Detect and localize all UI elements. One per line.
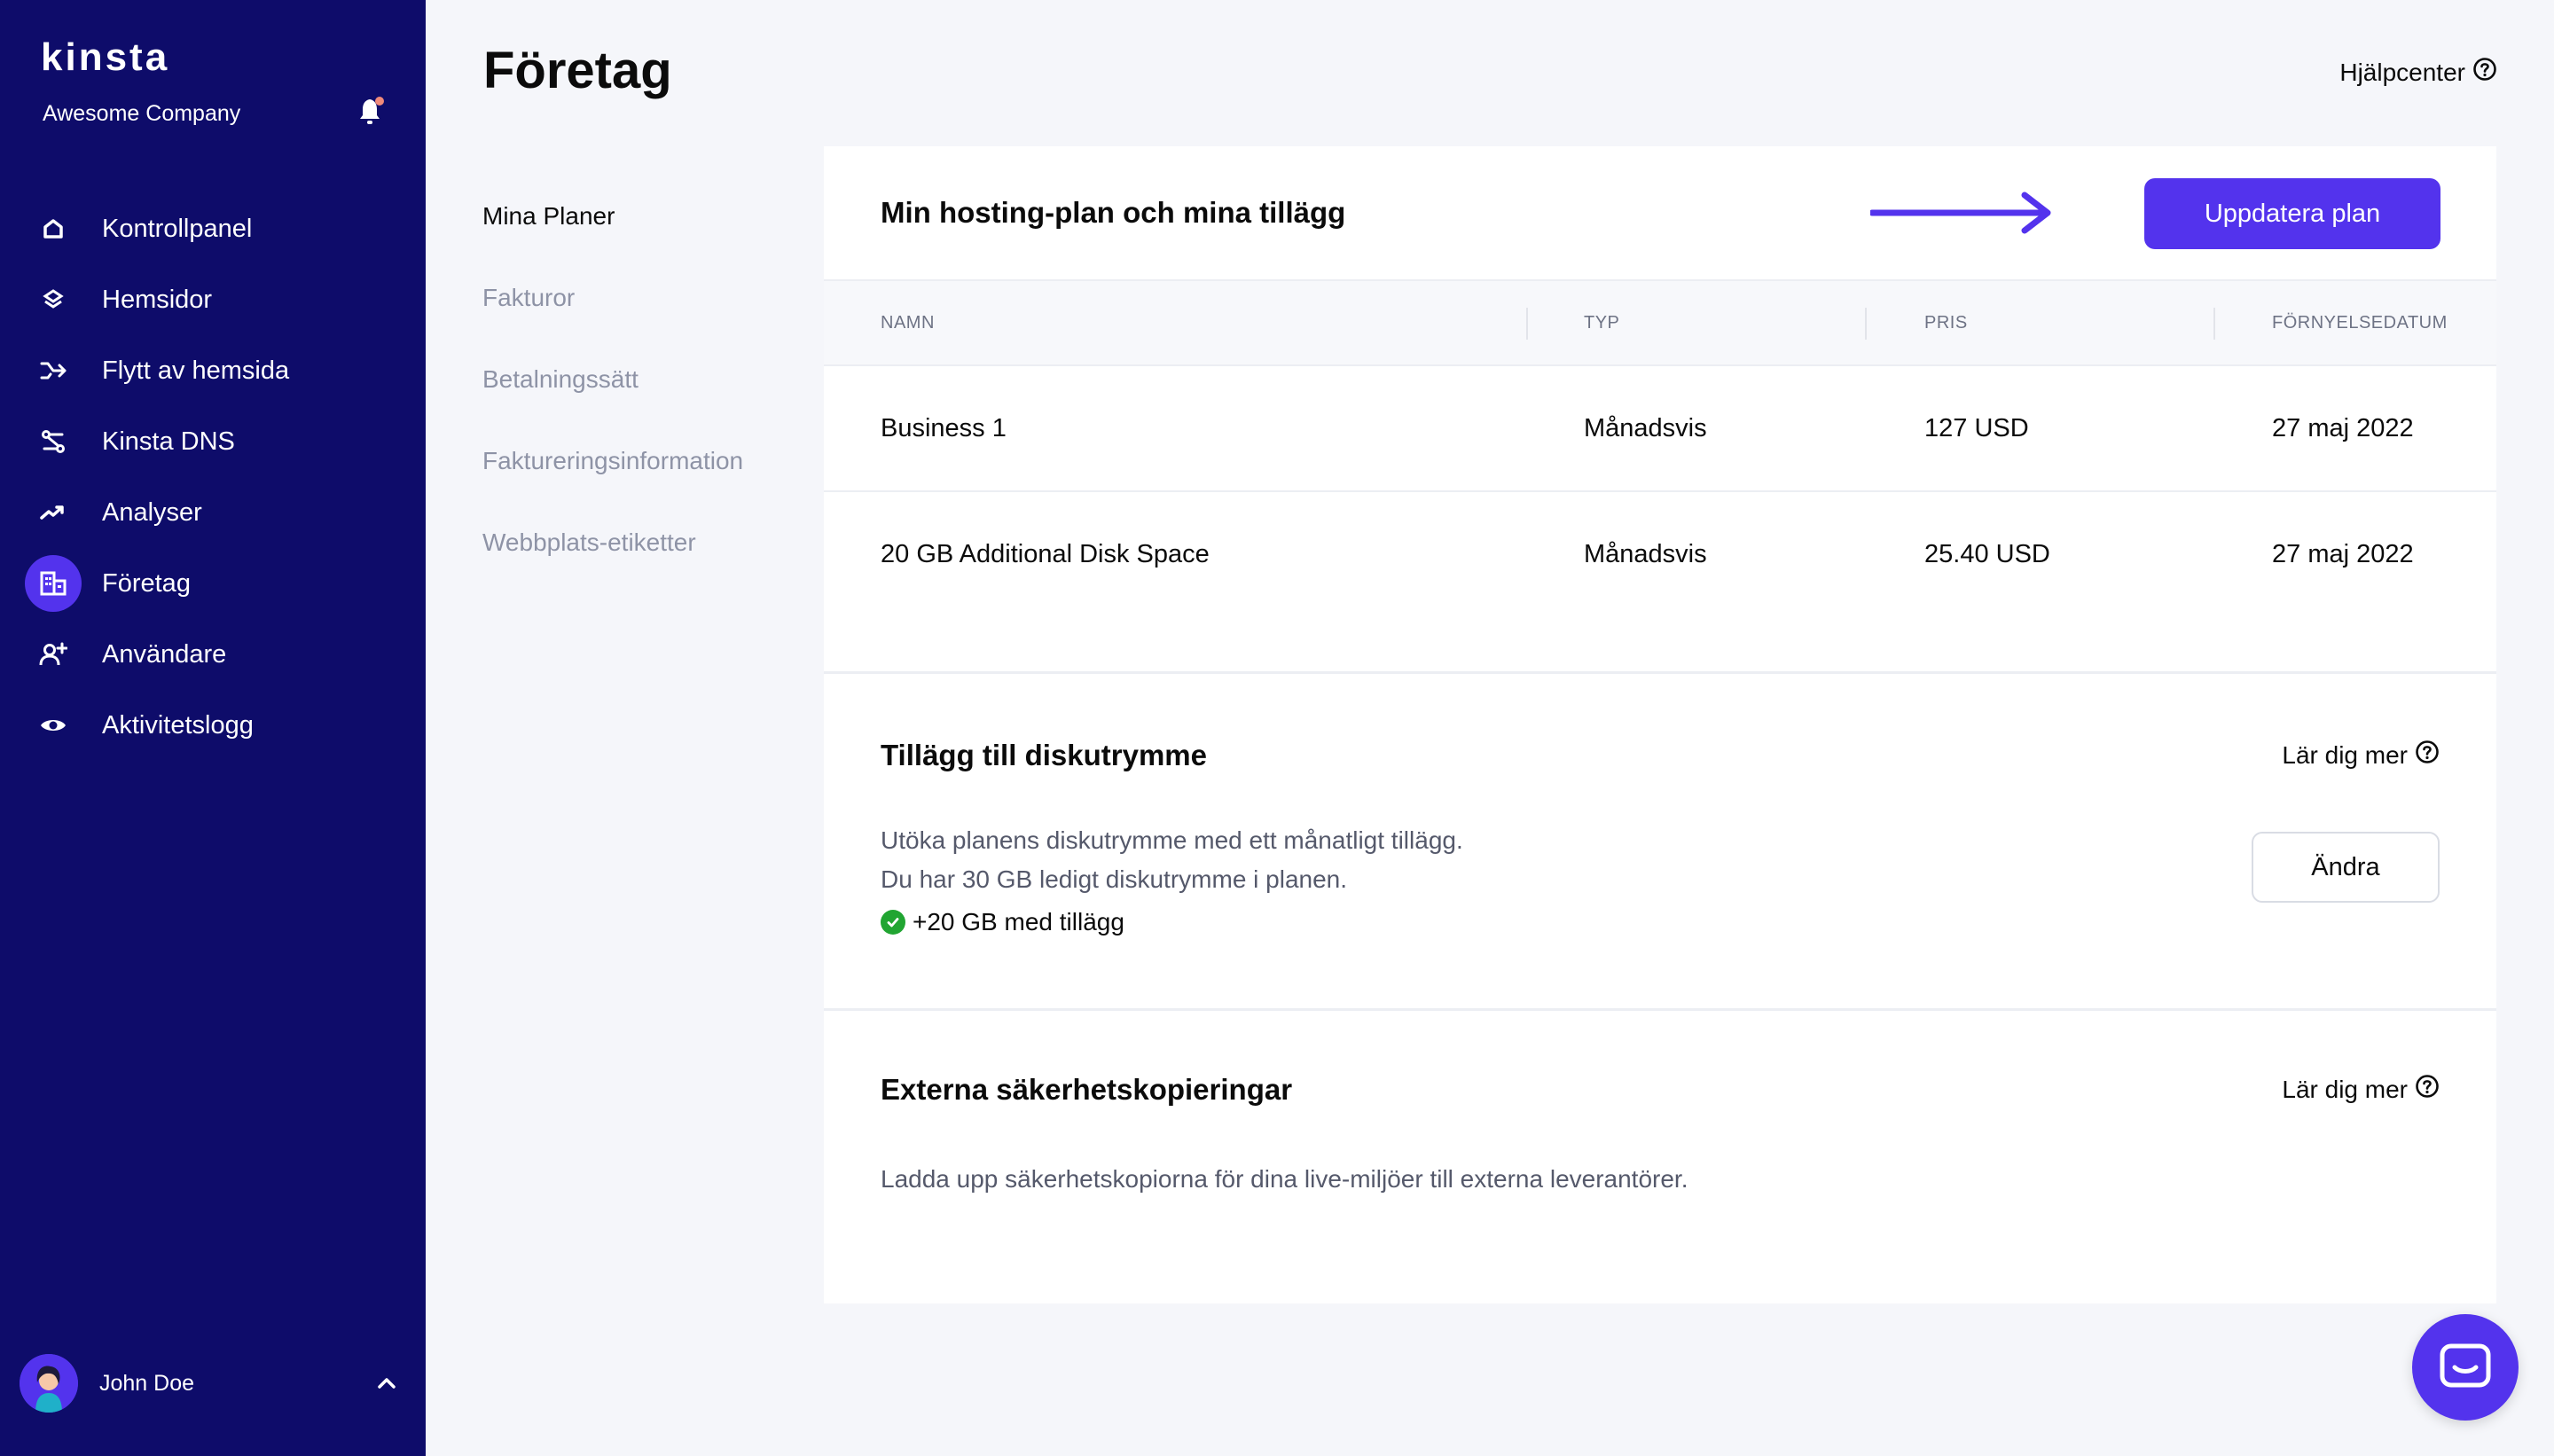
trend-icon (25, 484, 82, 541)
disk-learn-more-link[interactable]: Lär dig mer (2282, 740, 2440, 771)
question-circle-icon (2472, 57, 2497, 88)
page-title: Företag (483, 42, 672, 99)
sub-nav: Mina Planer Fakturor Betalningssätt Fakt… (482, 183, 743, 591)
nav-item-flytt[interactable]: Flytt av hemsida (25, 335, 406, 406)
disk-status-label: +20 GB med tillägg (913, 908, 1124, 935)
nav-item-kontrollpanel[interactable]: Kontrollpanel (25, 193, 406, 264)
dns-icon (25, 413, 82, 470)
check-circle-icon (881, 910, 905, 935)
subnav-item-betalningssatt[interactable]: Betalningssätt (482, 346, 743, 427)
table-row: 20 GB Additional Disk Space Månadsvis 25… (824, 492, 2496, 618)
column-header-price: PRIS (1924, 313, 1968, 333)
user-name: John Doe (99, 1370, 195, 1396)
nav-item-hemsidor[interactable]: Hemsidor (25, 264, 406, 335)
kinsta-logo[interactable]: kinsta (41, 35, 169, 80)
chat-icon (2440, 1343, 2491, 1388)
nav-label: Aktivitetslogg (102, 710, 254, 740)
bell-icon[interactable] (358, 96, 385, 126)
update-plan-button[interactable]: Uppdatera plan (2144, 178, 2440, 249)
plan-type: Månadsvis (1584, 414, 1707, 442)
column-divider (2213, 308, 2215, 340)
table-row: Business 1 Månadsvis 127 USD 27 maj 2022 (824, 366, 2496, 492)
change-disk-button[interactable]: Ändra (2252, 832, 2440, 903)
home-icon (25, 200, 82, 257)
disk-description-line: Du har 30 GB ledigt diskutrymme i planen… (881, 865, 1348, 893)
subnav-item-webbplats-etiketter[interactable]: Webbplats-etiketter (482, 509, 743, 591)
learn-more-label: Lär dig mer (2282, 740, 2408, 769)
arrow-right-icon (1870, 192, 2051, 234)
layers-icon (25, 271, 82, 328)
question-circle-icon (2415, 740, 2440, 771)
column-divider (1865, 308, 1867, 340)
learn-more-label: Lär dig mer (2282, 1075, 2408, 1103)
question-circle-icon (2415, 1074, 2440, 1105)
backups-title: Externa säkerhetskopieringar (881, 1073, 1293, 1106)
building-icon (25, 555, 82, 612)
plan-name: Business 1 (881, 414, 1007, 442)
nav-item-analyser[interactable]: Analyser (25, 477, 406, 548)
plan-price: 127 USD (1924, 414, 2029, 442)
plan-title: Min hosting-plan och mina tillägg (881, 196, 1346, 229)
plan-card-header: Min hosting-plan och mina tillägg Uppdat… (824, 146, 2496, 279)
disk-addon-title: Tillägg till diskutrymme (881, 739, 1207, 771)
nav-label: Användare (102, 639, 227, 669)
nav-label: Analyser (102, 497, 202, 527)
nav-label: Kontrollpanel (102, 214, 253, 243)
subnav-item-faktureringsinformation[interactable]: Faktureringsinformation (482, 427, 743, 509)
user-menu[interactable]: John Doe (20, 1353, 401, 1413)
nav-item-aktivitetslogg[interactable]: Aktivitetslogg (25, 690, 406, 761)
disk-description: Utöka planens diskutrymme med ett månatl… (881, 821, 1463, 899)
eye-icon (25, 697, 82, 754)
plan-renewal: 27 maj 2022 (2272, 540, 2414, 568)
plan-price: 25.40 USD (1924, 540, 2050, 568)
backups-learn-more-link[interactable]: Lär dig mer (2282, 1074, 2440, 1105)
column-header-renewal: FÖRNYELSEDATUM (2272, 313, 2448, 333)
disk-status: +20 GB med tillägg (881, 908, 1124, 936)
subnav-item-fakturor[interactable]: Fakturor (482, 264, 743, 346)
add-user-icon (25, 626, 82, 683)
migration-icon (25, 342, 82, 399)
help-center-link[interactable]: Hjälpcenter (2339, 57, 2497, 88)
nav-item-dns[interactable]: Kinsta DNS (25, 406, 406, 477)
disk-description-line: Utöka planens diskutrymme med ett månatl… (881, 826, 1463, 854)
column-header-name: NAMN (881, 313, 935, 333)
plan-renewal: 27 maj 2022 (2272, 414, 2414, 442)
main-nav: Kontrollpanel Hemsidor Flytt av hemsida … (25, 193, 406, 761)
chat-launcher-button[interactable] (2412, 1314, 2519, 1421)
sidebar: kinsta Awesome Company Kontrollpanel Hem… (0, 0, 426, 1456)
company-name[interactable]: Awesome Company (43, 101, 240, 127)
backups-description: Ladda upp säkerhetskopiorna för dina liv… (881, 1165, 1688, 1193)
help-center-label: Hjälpcenter (2339, 58, 2465, 86)
nav-label: Hemsidor (102, 285, 213, 314)
plan-name: 20 GB Additional Disk Space (881, 540, 1210, 568)
table-header: NAMN TYP PRIS FÖRNYELSEDATUM (824, 279, 2496, 366)
nav-item-anvandare[interactable]: Användare (25, 619, 406, 690)
chevron-up-icon[interactable] (372, 1369, 401, 1397)
external-backups-section: Externa säkerhetskopieringar Lär dig mer… (824, 1008, 2496, 1303)
column-divider (1526, 308, 1528, 340)
nav-label: Företag (102, 568, 191, 598)
subnav-item-mina-planer[interactable]: Mina Planer (482, 183, 743, 264)
nav-item-foretag[interactable]: Företag (25, 548, 406, 619)
plan-card: Min hosting-plan och mina tillägg Uppdat… (824, 146, 2496, 1303)
nav-label: Flytt av hemsida (102, 356, 290, 385)
avatar (20, 1354, 78, 1413)
plan-type: Månadsvis (1584, 540, 1707, 568)
disk-addon-section: Tillägg till diskutrymme Lär dig mer Utö… (824, 671, 2496, 1008)
nav-label: Kinsta DNS (102, 427, 235, 456)
column-header-type: TYP (1584, 313, 1620, 333)
